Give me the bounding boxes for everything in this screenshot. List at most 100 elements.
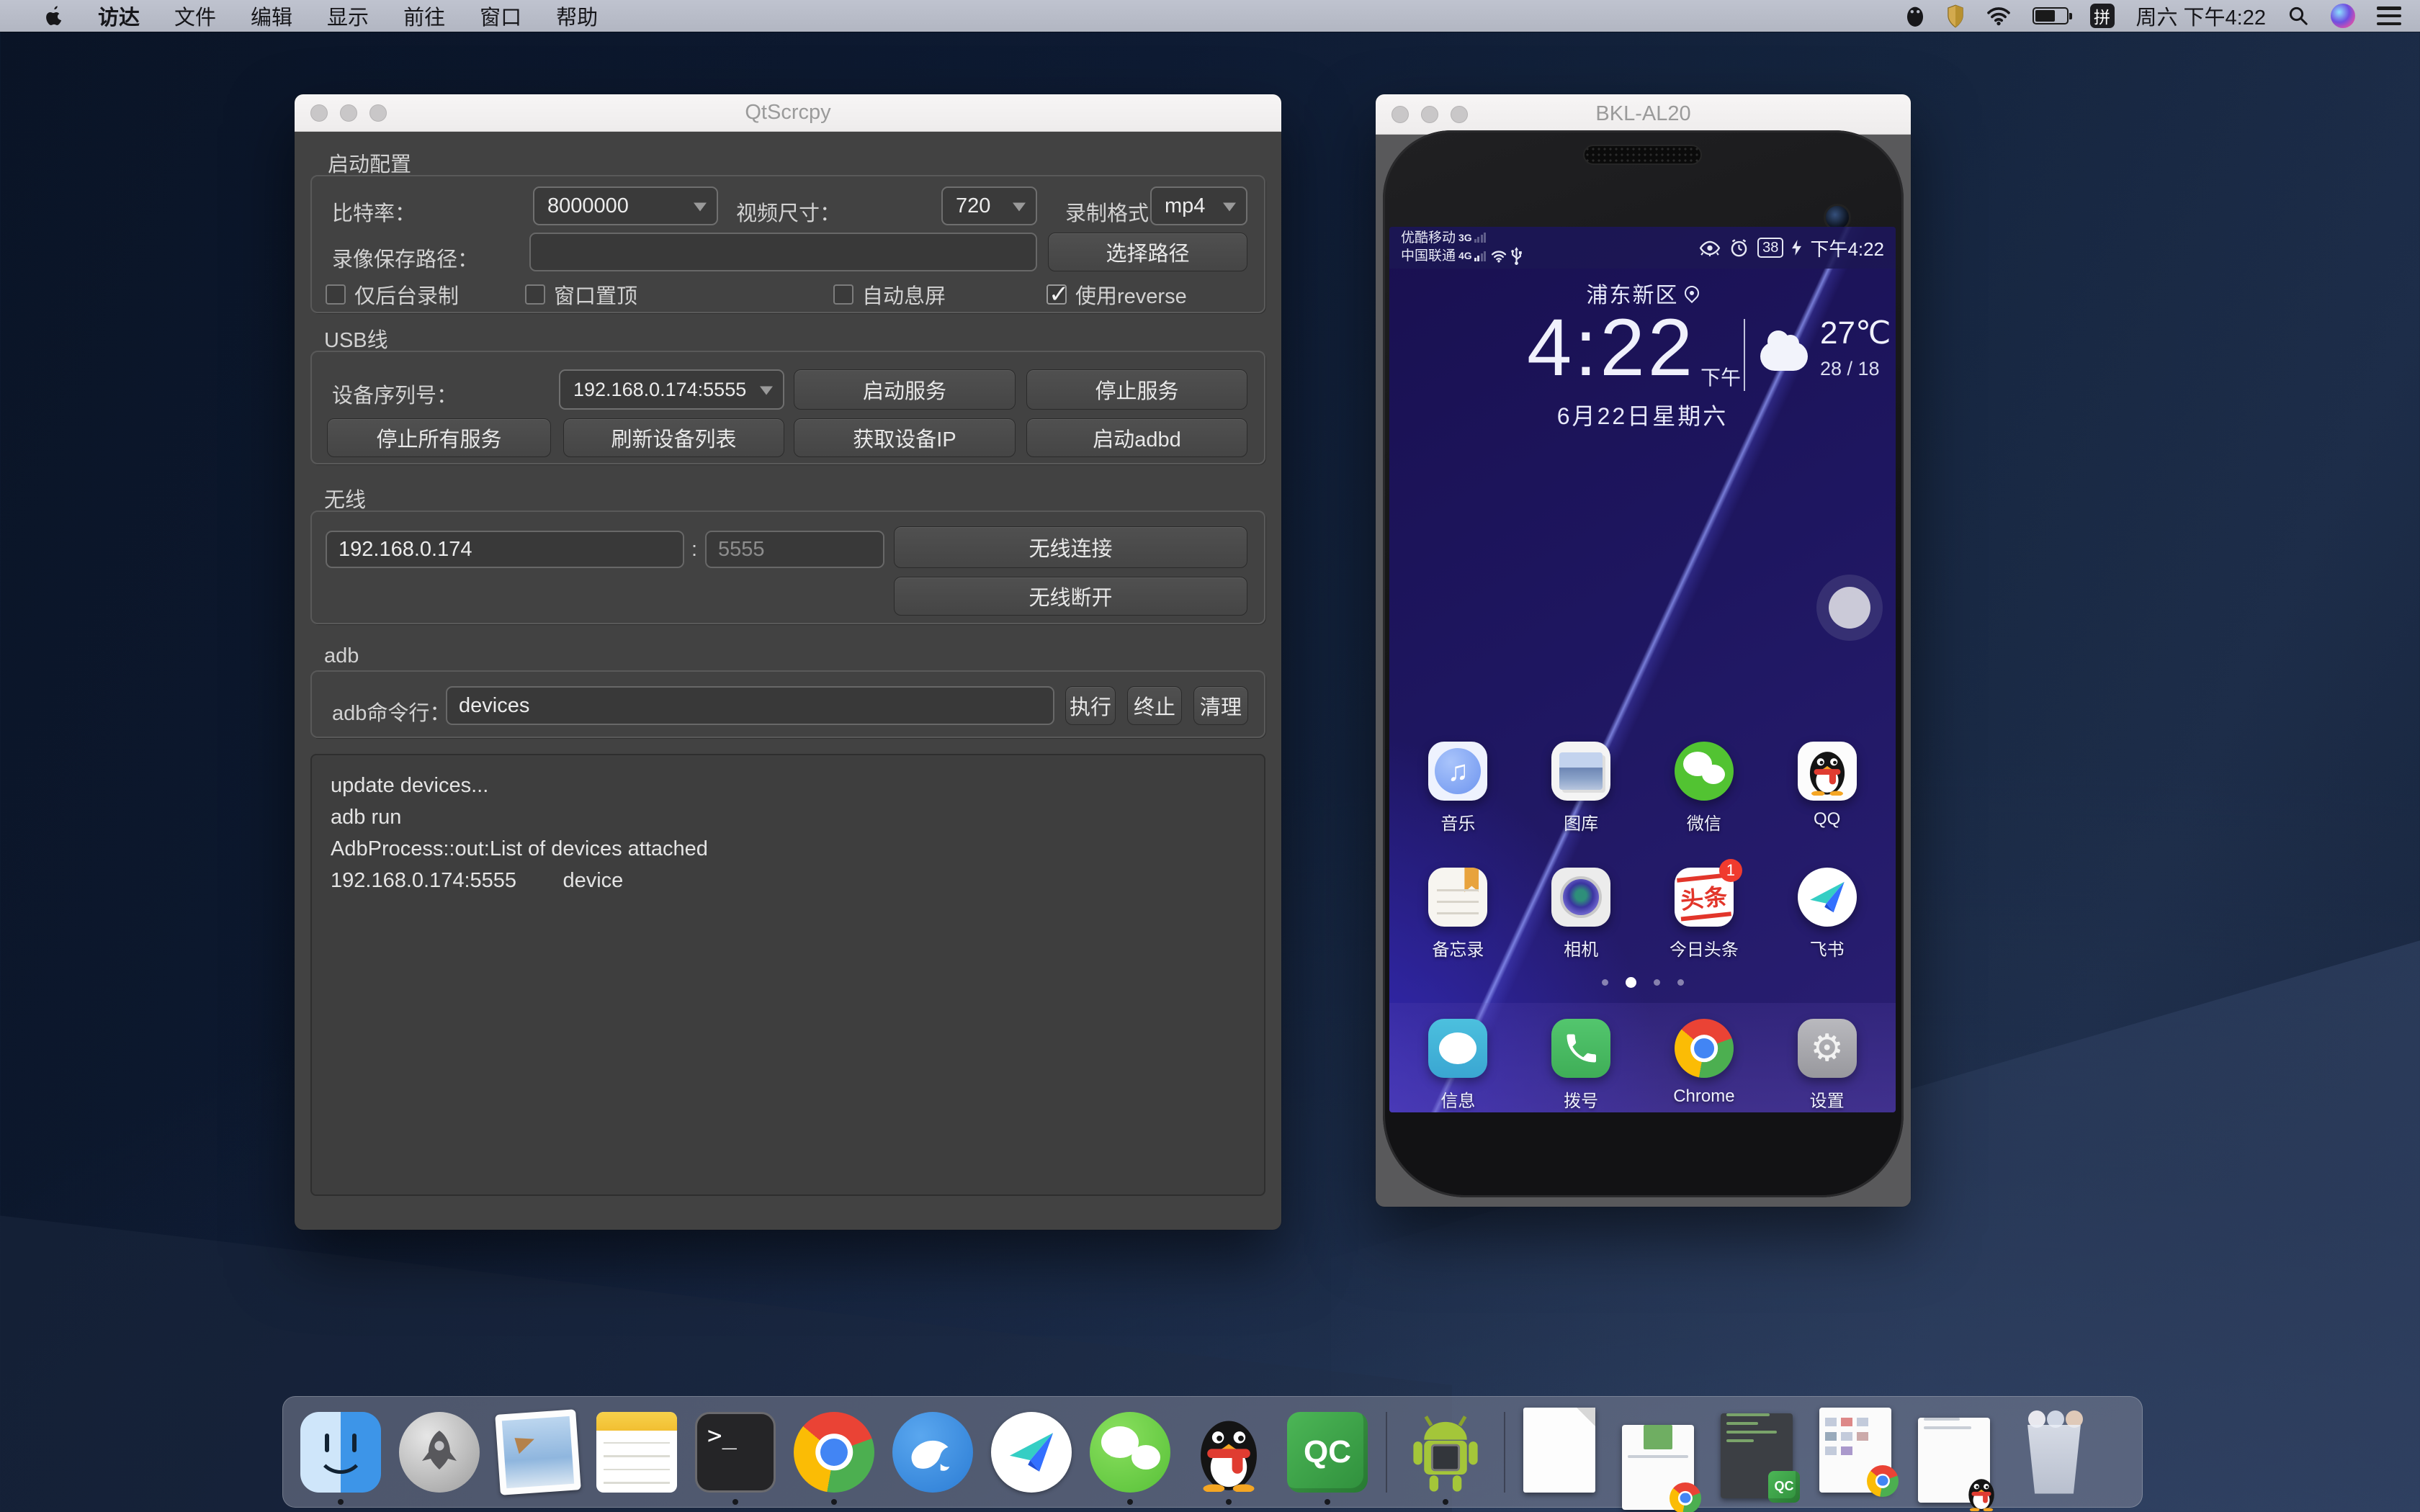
menu-go[interactable]: 前往 — [386, 0, 462, 32]
dock-minimized-chrome-window-2[interactable] — [1819, 1412, 1900, 1493]
music-icon[interactable]: ♫ — [1428, 742, 1487, 801]
record-path-input[interactable] — [529, 233, 1037, 271]
notes-icon[interactable] — [1428, 868, 1487, 927]
dock-feishu[interactable] — [991, 1412, 1072, 1493]
app-messages[interactable]: 信息 — [1400, 1019, 1515, 1112]
clear-button[interactable]: 清理 — [1193, 686, 1248, 725]
phone-screen[interactable]: 优酷移动3G 中国联通4G 38 下午4:22 浦东新区 4:22 下午 27℃… — [1389, 227, 1896, 1112]
toutiao-icon[interactable]: 头条1 — [1675, 868, 1734, 927]
video-size-combobox[interactable]: 720 — [941, 186, 1037, 225]
settings-icon[interactable]: ⚙ — [1798, 1019, 1857, 1078]
clock-time[interactable]: 4:22 — [1458, 312, 1695, 384]
weather-temperature[interactable]: 27℃ — [1820, 315, 1891, 351]
terminate-button[interactable]: 终止 — [1127, 686, 1182, 725]
wifi-icon[interactable] — [1986, 6, 2011, 26]
shield-icon[interactable] — [1946, 4, 1965, 28]
checkbox-box[interactable] — [833, 284, 853, 305]
dock-launchpad[interactable] — [399, 1412, 480, 1493]
dock-scrcpy-android[interactable] — [1405, 1412, 1486, 1493]
zoom-button[interactable] — [369, 104, 387, 122]
bitrate-combobox[interactable]: 8000000 — [533, 186, 718, 225]
minimize-button[interactable] — [340, 104, 357, 122]
app-dialer[interactable]: 拨号 — [1523, 1019, 1639, 1112]
gallery-icon[interactable] — [1551, 742, 1610, 801]
phone-window-titlebar[interactable]: BKL-AL20 — [1376, 94, 1911, 135]
window-traffic-lights[interactable] — [1392, 94, 1468, 134]
input-method-icon[interactable]: 拼 — [2090, 4, 2115, 28]
dock-wechat[interactable] — [1090, 1412, 1170, 1493]
siri-icon[interactable] — [2331, 4, 2355, 28]
dock-minimized-qq-window[interactable] — [1918, 1412, 1999, 1493]
checkbox-window-on-top[interactable]: 窗口置顶 — [525, 279, 637, 310]
zoom-button[interactable] — [1451, 106, 1468, 123]
checkbox-auto-screen-off[interactable]: 自动息屏 — [833, 279, 946, 310]
app-music[interactable]: ♫ 音乐 — [1400, 742, 1515, 834]
app-camera[interactable]: 相机 — [1523, 868, 1639, 960]
qtscrcpy-titlebar[interactable]: QtScrcpy — [295, 94, 1281, 132]
dock-mail[interactable] — [498, 1412, 578, 1493]
menu-finder[interactable]: 访达 — [81, 0, 157, 32]
messages-icon[interactable] — [1428, 1019, 1487, 1078]
serial-combobox[interactable]: 192.168.0.174:5555 — [559, 369, 784, 410]
app-toutiao[interactable]: 头条1 今日头条 — [1646, 868, 1762, 960]
dialer-icon[interactable] — [1551, 1019, 1610, 1078]
dock-seal-app[interactable] — [892, 1412, 973, 1493]
wireless-ip-input[interactable]: 192.168.0.174 — [326, 531, 684, 568]
app-feishu[interactable]: 飞书 — [1770, 868, 1885, 960]
app-gallery[interactable]: 图库 — [1523, 742, 1639, 834]
camera-icon[interactable] — [1551, 868, 1610, 927]
checkbox-box[interactable] — [1047, 284, 1067, 305]
adb-log-output[interactable]: update devices... adb run AdbProcess::ou… — [310, 754, 1265, 1196]
dock-minimized-qtcreator-window[interactable]: QC — [1721, 1412, 1801, 1493]
start-adbd-button[interactable]: 启动adbd — [1026, 418, 1247, 457]
checkbox-box[interactable] — [326, 284, 346, 305]
dock-chrome[interactable] — [794, 1412, 874, 1493]
menu-view[interactable]: 显示 — [310, 0, 386, 32]
menu-file[interactable]: 文件 — [157, 0, 233, 32]
app-chrome[interactable]: Chrome — [1646, 1019, 1762, 1112]
dock-trash[interactable] — [2017, 1412, 2097, 1493]
menu-bar-clock[interactable]: 周六 下午4:22 — [2136, 1, 2267, 31]
stop-all-services-button[interactable]: 停止所有服务 — [327, 418, 551, 457]
refresh-device-list-button[interactable]: 刷新设备列表 — [563, 418, 784, 457]
wireless-port-input[interactable]: 5555 — [705, 531, 884, 568]
search-icon[interactable] — [2287, 5, 2309, 27]
notification-center-icon[interactable] — [2377, 6, 2401, 25]
wechat-icon[interactable] — [1675, 742, 1734, 801]
choose-path-button[interactable]: 选择路径 — [1048, 233, 1247, 271]
stop-service-button[interactable]: 停止服务 — [1026, 369, 1247, 410]
window-traffic-lights[interactable] — [310, 94, 387, 131]
dock-qtcreator[interactable]: QC — [1287, 1412, 1368, 1493]
qq-icon[interactable] — [1798, 742, 1857, 801]
checkbox-background-record[interactable]: 仅后台录制 — [326, 279, 459, 310]
close-button[interactable] — [310, 104, 328, 122]
get-device-ip-button[interactable]: 获取设备IP — [794, 418, 1016, 457]
feishu-icon[interactable] — [1798, 868, 1857, 927]
menu-window[interactable]: 窗口 — [462, 0, 539, 32]
dock-minimized-document[interactable] — [1523, 1412, 1604, 1493]
wireless-connect-button[interactable]: 无线连接 — [894, 526, 1247, 568]
menu-edit[interactable]: 编辑 — [233, 0, 310, 32]
chrome-icon[interactable] — [1675, 1019, 1734, 1078]
home-page-dots[interactable] — [1389, 977, 1896, 988]
dock-minimized-chrome-window[interactable] — [1622, 1412, 1703, 1493]
checkbox-use-reverse[interactable]: 使用reverse — [1047, 279, 1187, 310]
minimize-button[interactable] — [1421, 106, 1438, 123]
start-service-button[interactable]: 启动服务 — [794, 369, 1016, 410]
record-format-combobox[interactable]: mp4 — [1150, 186, 1247, 225]
app-wechat[interactable]: 微信 — [1646, 742, 1762, 834]
qq-menubar-icon[interactable] — [1906, 4, 1924, 27]
app-settings[interactable]: ⚙ 设置 — [1770, 1019, 1885, 1112]
battery-icon[interactable] — [2033, 7, 2069, 24]
app-qq[interactable]: QQ — [1770, 742, 1885, 834]
dock-qq[interactable] — [1188, 1412, 1269, 1493]
wireless-disconnect-button[interactable]: 无线断开 — [894, 577, 1247, 616]
dock-notes[interactable] — [596, 1412, 677, 1493]
app-memo[interactable]: 备忘录 — [1400, 868, 1515, 960]
assistive-touch-ball[interactable] — [1829, 587, 1870, 629]
menu-help[interactable]: 帮助 — [539, 0, 615, 32]
adb-cmd-input[interactable]: devices — [446, 686, 1054, 725]
apple-menu[interactable] — [27, 0, 81, 32]
execute-button[interactable]: 执行 — [1065, 686, 1116, 725]
close-button[interactable] — [1392, 106, 1409, 123]
